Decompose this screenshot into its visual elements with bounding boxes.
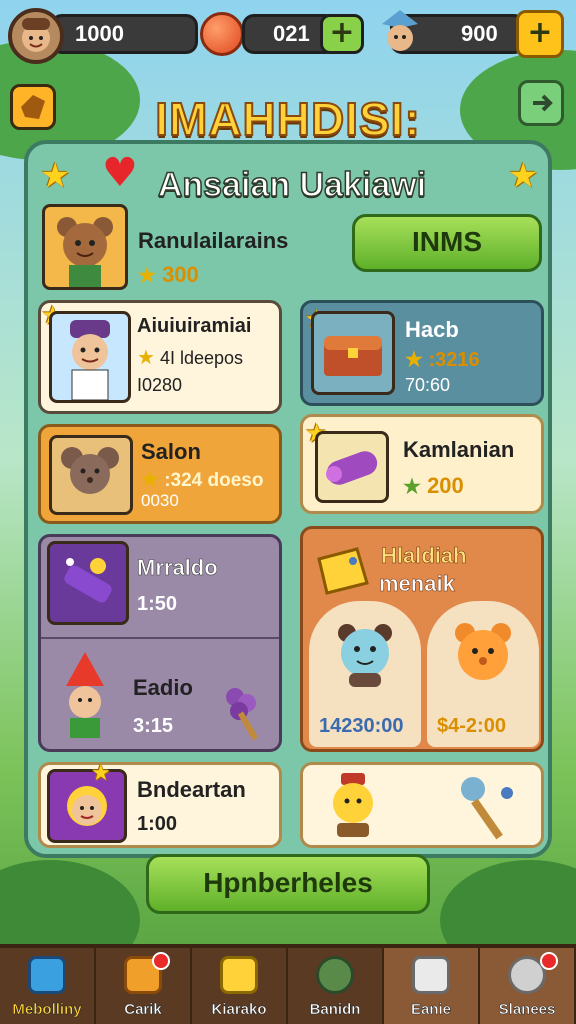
card-6-time: 3:15: [133, 715, 174, 737]
card-1-line2: I0280: [137, 375, 183, 395]
shop-card-7[interactable]: ★ Bndeartan 1:00: [38, 761, 282, 848]
fire-orb-icon: [200, 12, 244, 56]
nav-label-5: Eanie: [410, 1001, 452, 1019]
card-4-title: Kamlanian: [403, 437, 515, 462]
emoji-character-icon: [323, 771, 383, 841]
add-gems-button[interactable]: +: [320, 14, 364, 54]
cube-icon: [28, 956, 66, 994]
shop-card-8[interactable]: [300, 762, 544, 848]
add-tokens-button[interactable]: +: [516, 10, 564, 58]
card-1-line1: ★ 4I ldeepos: [137, 345, 243, 370]
card-3-line2: 0030: [141, 491, 179, 510]
character-token-icon: [380, 8, 420, 56]
card-2-line2: 70:60: [405, 375, 451, 395]
bundle-item-1[interactable]: 14230:00: [309, 601, 421, 747]
card-4-price: ★ 200: [403, 473, 464, 499]
coin-stack-icon: [220, 956, 258, 994]
orange-bear-icon: [445, 615, 521, 691]
bundle-item-2-price: $4-2:00: [437, 715, 506, 737]
bundle-item-2[interactable]: $4-2:00: [427, 601, 539, 747]
card-7-title: Bndeartan: [137, 777, 246, 802]
dice-icon: [412, 956, 450, 994]
star-icon: ★: [91, 761, 111, 786]
featured-item-price: ★ 300: [138, 262, 199, 288]
shop-card-3[interactable]: Salon ★ :324 doeso 0030: [38, 424, 282, 524]
shop-card-5[interactable]: Mrraldo 1:50 Eadio 3:15: [38, 534, 282, 752]
purple-candy-thumbnail: [315, 431, 389, 503]
bundle-title: Hlaldiah: [381, 543, 467, 569]
gems-value: 021: [273, 21, 310, 46]
featured-buy-button[interactable]: INMS: [352, 214, 542, 272]
star-icon: ★: [137, 347, 155, 369]
featured-price-value: 300: [162, 262, 199, 287]
creature-icon: [316, 956, 354, 994]
nav-item-4[interactable]: Banidn: [288, 948, 384, 1024]
card-1-line1-text: 4I ldeepos: [159, 348, 244, 368]
shop-panel: ★ ♥ ★ Ansaian Uakiawi Ranulailarains ★ 3…: [24, 140, 552, 858]
nav-label-6: Slanees: [498, 1001, 556, 1019]
star-icon: ★: [405, 349, 423, 371]
card-3-price: ★ :324 doeso: [141, 467, 263, 492]
nav-label-3: Kiarako: [211, 1001, 267, 1019]
nav-label-2: Carik: [124, 1001, 162, 1019]
card-7-time: 1:00: [137, 813, 178, 835]
bundle-tag-icon: [313, 545, 371, 597]
card-2-title: Hacb: [405, 317, 459, 342]
featured-bear-thumbnail: [42, 204, 128, 290]
card-5-time: 1:50: [137, 593, 178, 615]
bundle-subtitle: menaik: [379, 571, 455, 597]
bottom-navigation: Mebolliny Carik Kiarako Banidn Eanie Sla…: [0, 944, 576, 1024]
card-1-title: Aiuiuiramiai: [137, 315, 252, 337]
coins-value: 1000: [75, 21, 124, 46]
card-3-title: Salon: [141, 439, 201, 464]
main-action-button[interactable]: Hpnberheles: [146, 854, 430, 914]
nav-label-1: Mebolliny: [12, 1001, 82, 1019]
chest-item-thumbnail: [311, 311, 395, 395]
panel-subtitle: Ansaian Uakiawi: [157, 165, 427, 205]
grape-wand-icon: [211, 657, 275, 741]
star-icon: ★: [141, 469, 159, 491]
bundle-card[interactable]: Hlaldiah menaik 14230:00 $4-2:00: [300, 526, 544, 752]
shop-card-2[interactable]: ★ Hacb ★ :3216 70:60: [300, 300, 544, 406]
toy-hammer-icon: [453, 771, 523, 843]
notification-badge: [152, 952, 170, 970]
divider: [41, 637, 279, 639]
nav-label-4: Banidn: [309, 1001, 361, 1019]
card-6-title: Eadio: [133, 675, 193, 700]
elf-character-thumbnail: [47, 649, 121, 741]
blue-panda-icon: [327, 615, 403, 691]
nav-item-6[interactable]: Slanees: [480, 948, 576, 1024]
featured-item-name: Ranulailarains: [138, 228, 289, 253]
card-2-price: ★ :3216: [405, 347, 480, 372]
card-5-title: Mrraldo: [137, 555, 218, 581]
tokens-value: 900: [461, 21, 498, 46]
coin-star-icon: ★: [138, 265, 156, 287]
player-avatar[interactable]: [8, 8, 64, 64]
card-4-price-text: 200: [427, 473, 464, 498]
card-2-price-text: :3216: [428, 349, 480, 371]
nav-item-5[interactable]: Eanie: [384, 948, 480, 1024]
boy-character-thumbnail: [49, 311, 131, 403]
notification-badge: [540, 952, 558, 970]
star-icon: ★: [403, 476, 421, 498]
coins-counter: 1000: [50, 14, 198, 54]
nav-item-3[interactable]: Kiarako: [192, 948, 288, 1024]
card-3-price-text: :324 doeso: [164, 470, 264, 491]
magic-bottle-thumbnail: [47, 541, 129, 625]
nav-item-1[interactable]: Mebolliny: [0, 948, 96, 1024]
girl-character-thumbnail: [47, 769, 127, 843]
bundle-item-1-price: 14230:00: [319, 715, 404, 737]
resource-bar: 1000 021 + 900 +: [0, 0, 576, 70]
page-title: IMAHHDISI:: [154, 92, 421, 146]
nav-item-2[interactable]: Carik: [96, 948, 192, 1024]
mouse-plush-thumbnail: [49, 435, 133, 515]
shop-card-1[interactable]: ★ Aiuiuiramiai ★ 4I ldeepos I0280: [38, 300, 282, 414]
shop-card-4[interactable]: ★ Kamlanian ★ 200: [300, 414, 544, 514]
